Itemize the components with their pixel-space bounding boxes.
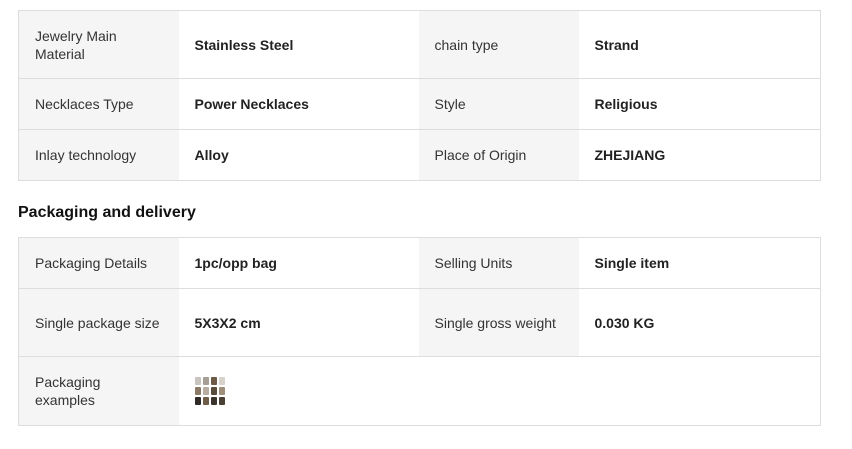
section-title-packaging: Packaging and delivery — [18, 204, 196, 221]
attribute-value: 1pc/opp bag — [178, 237, 419, 289]
attribute-key: Packaging examples — [18, 356, 179, 426]
attribute-key: Place of Origin — [418, 129, 579, 181]
attribute-key: Inlay technology — [18, 129, 179, 181]
key-attributes-table: Jewelry Main Material Stainless Steel ch… — [18, 10, 821, 181]
table-row: Packaging examples — [18, 356, 821, 426]
attribute-key: chain type — [418, 10, 579, 79]
attribute-value: 5X3X2 cm — [178, 288, 419, 357]
attribute-key: Selling Units — [418, 237, 579, 289]
attribute-value: Single item — [578, 237, 821, 289]
packaging-examples-thumbnail[interactable] — [194, 377, 225, 405]
attribute-key: Necklaces Type — [18, 78, 179, 130]
attribute-value: ZHEJIANG — [578, 129, 821, 181]
table-row: Packaging Details 1pc/opp bag Selling Un… — [18, 237, 821, 289]
attribute-key: Single package size — [18, 288, 179, 357]
product-details-page: Jewelry Main Material Stainless Steel ch… — [0, 0, 852, 449]
packaging-examples-cell — [178, 356, 821, 426]
attribute-value: 0.030 KG — [578, 288, 821, 357]
table-row: Single package size 5X3X2 cm Single gros… — [18, 288, 821, 357]
attribute-value: Strand — [578, 10, 821, 79]
table-row: Inlay technology Alloy Place of Origin Z… — [18, 129, 821, 181]
table-row: Jewelry Main Material Stainless Steel ch… — [18, 10, 821, 79]
attribute-key: Jewelry Main Material — [18, 10, 179, 79]
attribute-key: Packaging Details — [18, 237, 179, 289]
table-row: Necklaces Type Power Necklaces Style Rel… — [18, 78, 821, 130]
attribute-value: Power Necklaces — [178, 78, 419, 130]
attribute-key: Style — [418, 78, 579, 130]
attribute-value: Stainless Steel — [178, 10, 419, 79]
attribute-value: Alloy — [178, 129, 419, 181]
packaging-table: Packaging Details 1pc/opp bag Selling Un… — [18, 237, 821, 426]
attribute-value: Religious — [578, 78, 821, 130]
attribute-key: Single gross weight — [418, 288, 579, 357]
